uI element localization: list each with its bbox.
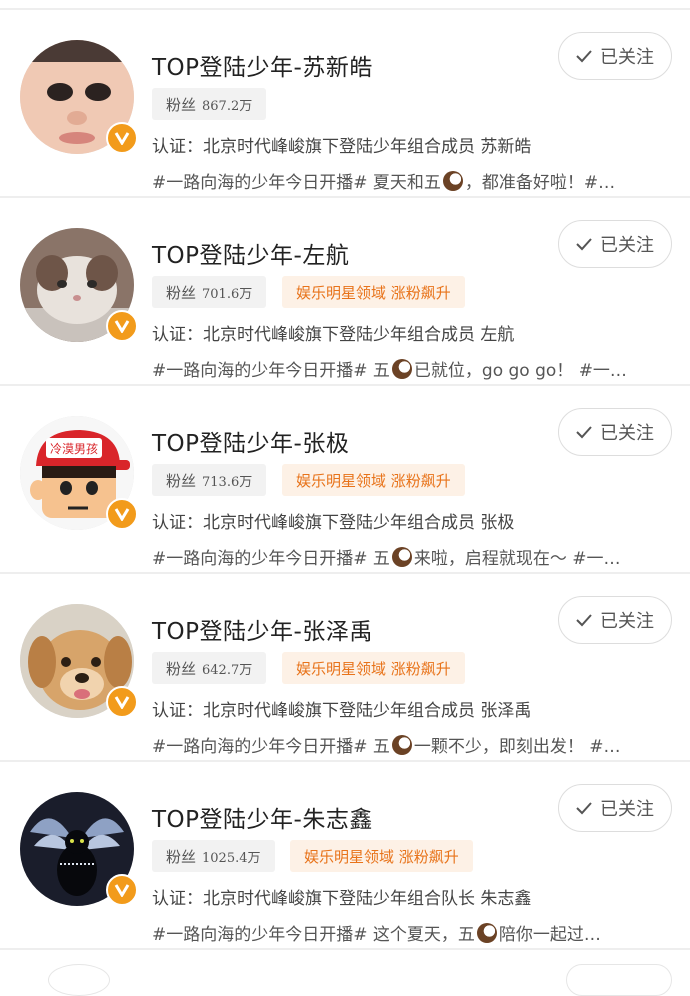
followed-button[interactable]: 已关注 bbox=[558, 784, 672, 832]
description-text-end: 已就位，go go go！ #一… bbox=[413, 361, 627, 381]
followed-button[interactable]: 已关注 bbox=[558, 596, 672, 644]
fans-number: 713.6万 bbox=[202, 474, 253, 490]
check-icon bbox=[576, 614, 592, 627]
fans-number: 1025.4万 bbox=[202, 850, 261, 866]
next-card-partial bbox=[0, 950, 690, 996]
user-name[interactable]: TOP登陆少年-张泽禹 bbox=[152, 612, 373, 646]
description-text: #一路向海的少年今日开播# 夏天和五 bbox=[152, 173, 441, 193]
check-icon bbox=[576, 238, 592, 251]
followed-label: 已关注 bbox=[600, 611, 654, 632]
fans-label: 粉丝 bbox=[166, 847, 197, 866]
avatar[interactable] bbox=[20, 40, 138, 154]
description: #一路向海的少年今日开播# 五 一颗不少，即刻出发！ #… bbox=[152, 732, 664, 757]
followed-button[interactable]: 已关注 bbox=[558, 32, 672, 80]
followed-label: 已关注 bbox=[600, 423, 654, 444]
description-text: #一路向海的少年今日开播# 五 bbox=[152, 737, 390, 757]
description-text: #一路向海的少年今日开播# 这个夏天，五 bbox=[152, 925, 475, 945]
user-card[interactable]: 冷漠男孩 TOP登陆少年-张极 已关注 粉丝 713.6万 娱乐明星领域 涨粉飙… bbox=[0, 386, 690, 572]
avatar[interactable] bbox=[20, 792, 138, 906]
description: #一路向海的少年今日开播# 这个夏天，五 陪你一起过… bbox=[152, 920, 664, 945]
user-card[interactable]: TOP登陆少年-朱志鑫 已关注 粉丝 1025.4万 娱乐明星领域 涨粉飙升 认… bbox=[0, 762, 690, 948]
trending-tag[interactable]: 娱乐明星领域 涨粉飙升 bbox=[282, 464, 465, 496]
avatar[interactable] bbox=[20, 228, 138, 342]
fans-number: 642.7万 bbox=[202, 662, 253, 678]
certification-text: 认证：北京时代峰峻旗下登陆少年组合队长 朱志鑫 bbox=[152, 889, 532, 909]
user-name[interactable]: TOP登陆少年-苏新皓 bbox=[152, 48, 373, 82]
cap-text: 冷漠男孩 bbox=[50, 442, 98, 456]
trending-tag[interactable]: 娱乐明星领域 涨粉飙升 bbox=[282, 652, 465, 684]
coconut-emoji-icon bbox=[391, 547, 412, 567]
certification-text: 认证：北京时代峰峻旗下登陆少年组合成员 苏新皓 bbox=[152, 137, 532, 157]
user-name[interactable]: TOP登陆少年-左航 bbox=[152, 236, 349, 270]
certification-text: 认证：北京时代峰峻旗下登陆少年组合成员 张泽禹 bbox=[152, 701, 532, 721]
partial-avatar bbox=[48, 964, 110, 996]
trending-tag[interactable]: 娱乐明星领域 涨粉飙升 bbox=[290, 840, 473, 872]
followed-button[interactable]: 已关注 bbox=[558, 220, 672, 268]
partial-follow-button bbox=[566, 964, 672, 996]
coconut-emoji-icon bbox=[391, 359, 412, 379]
followed-label: 已关注 bbox=[600, 799, 654, 820]
verified-badge-icon bbox=[106, 874, 138, 906]
fans-label: 粉丝 bbox=[166, 283, 197, 302]
followed-label: 已关注 bbox=[600, 235, 654, 256]
fans-label: 粉丝 bbox=[166, 95, 197, 114]
verified-badge-icon bbox=[106, 310, 138, 342]
certification-text: 认证：北京时代峰峻旗下登陆少年组合成员 张极 bbox=[152, 513, 515, 533]
check-icon bbox=[576, 426, 592, 439]
fans-number: 701.6万 bbox=[202, 286, 253, 302]
description-text-end: 来啦，启程就现在～ #一… bbox=[413, 549, 621, 569]
avatar[interactable]: 冷漠男孩 bbox=[20, 416, 138, 530]
user-name[interactable]: TOP登陆少年-张极 bbox=[152, 424, 349, 458]
fans-label: 粉丝 bbox=[166, 659, 197, 678]
followed-label: 已关注 bbox=[600, 47, 654, 68]
fans-count: 粉丝 867.2万 bbox=[152, 88, 267, 120]
user-list: TOP登陆少年-苏新皓 已关注 粉丝 867.2万 认证：北京时代峰峻旗下登陆少… bbox=[0, 0, 690, 996]
coconut-emoji-icon bbox=[391, 735, 412, 755]
fans-label: 粉丝 bbox=[166, 471, 197, 490]
coconut-emoji-icon bbox=[476, 923, 497, 943]
description-text: #一路向海的少年今日开播# 五 bbox=[152, 361, 390, 381]
verified-badge-icon bbox=[106, 686, 138, 718]
avatar[interactable] bbox=[20, 604, 138, 718]
verified-badge-icon bbox=[106, 122, 138, 154]
user-name[interactable]: TOP登陆少年-朱志鑫 bbox=[152, 800, 373, 834]
description-text-end: ，都准备好啦！#… bbox=[464, 173, 616, 193]
description-text-end: 一颗不少，即刻出发！ #… bbox=[413, 737, 621, 757]
check-icon bbox=[576, 50, 592, 63]
description-text: #一路向海的少年今日开播# 五 bbox=[152, 549, 390, 569]
fans-count: 粉丝 642.7万 bbox=[152, 652, 267, 684]
description: #一路向海的少年今日开播# 五 来啦，启程就现在～ #一… bbox=[152, 544, 664, 569]
user-card[interactable]: TOP登陆少年-左航 已关注 粉丝 701.6万 娱乐明星领域 涨粉飙升 认证：… bbox=[0, 198, 690, 384]
fans-count: 粉丝 1025.4万 bbox=[152, 840, 275, 872]
fans-count: 粉丝 713.6万 bbox=[152, 464, 267, 496]
fans-count: 粉丝 701.6万 bbox=[152, 276, 267, 308]
description-text-end: 陪你一起过… bbox=[498, 925, 601, 945]
followed-button[interactable]: 已关注 bbox=[558, 408, 672, 456]
check-icon bbox=[576, 802, 592, 815]
fans-number: 867.2万 bbox=[202, 98, 253, 114]
certification-text: 认证：北京时代峰峻旗下登陆少年组合成员 左航 bbox=[152, 325, 515, 345]
user-card[interactable]: TOP登陆少年-苏新皓 已关注 粉丝 867.2万 认证：北京时代峰峻旗下登陆少… bbox=[0, 10, 690, 196]
coconut-emoji-icon bbox=[442, 171, 463, 191]
user-card[interactable]: TOP登陆少年-张泽禹 已关注 粉丝 642.7万 娱乐明星领域 涨粉飙升 认证… bbox=[0, 574, 690, 760]
description: #一路向海的少年今日开播# 五 已就位，go go go！ #一… bbox=[152, 356, 664, 381]
description: #一路向海的少年今日开播# 夏天和五 ，都准备好啦！#… bbox=[152, 168, 664, 193]
trending-tag[interactable]: 娱乐明星领域 涨粉飙升 bbox=[282, 276, 465, 308]
verified-badge-icon bbox=[106, 498, 138, 530]
